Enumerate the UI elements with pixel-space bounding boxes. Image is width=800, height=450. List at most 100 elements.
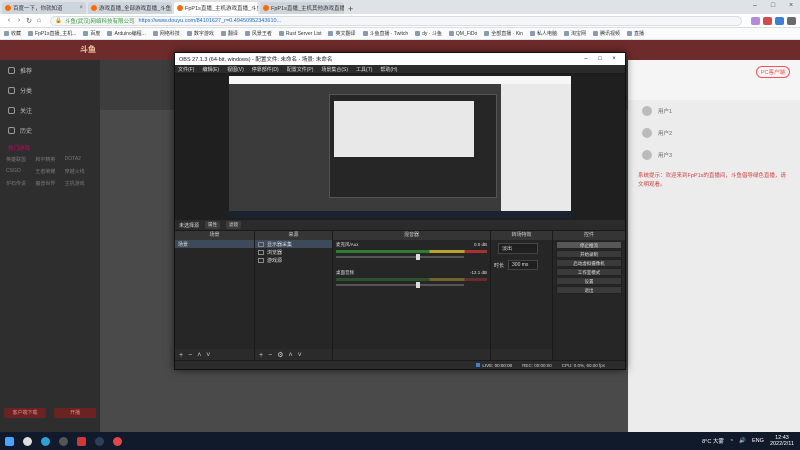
- category-link[interactable]: 英雄联盟: [6, 156, 35, 163]
- bookmark-item[interactable]: 淘宝网: [563, 30, 586, 37]
- sidebar-nav-item[interactable]: 历史: [0, 120, 100, 140]
- bookmark-item[interactable]: 数字游戏: [186, 30, 214, 37]
- steam-icon[interactable]: [90, 432, 108, 450]
- obs-menu-item[interactable]: 配置文件(P): [287, 66, 314, 73]
- category-link[interactable]: 穿越火线: [65, 168, 94, 175]
- clock[interactable]: 12:43 2022/2/11: [770, 435, 794, 447]
- menu-icon[interactable]: [787, 16, 796, 25]
- category-link[interactable]: 魔兽世界: [35, 180, 64, 187]
- filters-button[interactable]: 滤镜: [226, 221, 242, 229]
- category-link[interactable]: DOTA2: [65, 156, 94, 163]
- source-item[interactable]: 游戏源: [255, 256, 332, 264]
- forward-icon[interactable]: ›: [14, 17, 24, 24]
- language-indicator[interactable]: ENG: [752, 438, 764, 444]
- network-icon[interactable]: ◔: [730, 438, 733, 444]
- sidebar-nav-item[interactable]: 关注: [0, 100, 100, 120]
- obs-menu-item[interactable]: 帮助(H): [380, 66, 397, 73]
- maximize-icon[interactable]: □: [764, 0, 782, 12]
- move-up-icon[interactable]: ˄: [288, 352, 292, 359]
- bookmark-item[interactable]: 收藏: [4, 30, 21, 37]
- bookmark-item[interactable]: 英文翻译: [328, 30, 356, 37]
- close-icon[interactable]: ×: [607, 56, 621, 62]
- minimize-icon[interactable]: –: [579, 56, 593, 62]
- source-item[interactable]: 显示器采集: [255, 240, 332, 248]
- bookmark-item[interactable]: 全部直播 · Kin: [484, 30, 523, 37]
- bookmark-item[interactable]: 私人电脑: [529, 30, 557, 37]
- obs-menu-item[interactable]: 视图(V): [227, 66, 244, 73]
- client-download-button[interactable]: 客户端下载: [4, 408, 46, 418]
- source-item[interactable]: 浏览器: [255, 248, 332, 256]
- control-button[interactable]: 启动虚拟摄像机: [556, 259, 622, 267]
- rank-row[interactable]: 用户2: [628, 122, 800, 144]
- bookmark-item[interactable]: 腾讯视频: [592, 30, 620, 37]
- start-broadcast-button[interactable]: 开播: [54, 408, 96, 418]
- bookmark-item[interactable]: Arduino编程...: [107, 30, 146, 37]
- new-tab-icon[interactable]: +: [348, 4, 353, 14]
- transition-select[interactable]: 淡出: [498, 243, 538, 254]
- add-icon[interactable]: +: [179, 352, 183, 359]
- move-down-icon[interactable]: ˅: [206, 352, 210, 359]
- category-link[interactable]: 炉石传说: [6, 180, 35, 187]
- remove-icon[interactable]: −: [268, 352, 272, 359]
- control-button[interactable]: 开始录制: [556, 250, 622, 258]
- gear-icon[interactable]: ⚙: [277, 351, 283, 359]
- bookmark-item[interactable]: QM_FiDo: [448, 31, 477, 37]
- url-field[interactable]: 🔒 斗鱼(武汉)网络科技有限公司 https://www.douyu.com/8…: [50, 15, 742, 26]
- category-link[interactable]: 王者荣耀: [35, 168, 64, 175]
- control-button[interactable]: 设置: [556, 277, 622, 285]
- volume-icon[interactable]: 🔊: [739, 438, 746, 444]
- reload-icon[interactable]: ↻: [24, 17, 34, 25]
- rank-row[interactable]: 用户3: [628, 144, 800, 166]
- site-logo[interactable]: 斗鱼: [80, 44, 96, 55]
- sidebar-nav-item[interactable]: 推荐: [0, 60, 100, 80]
- extension-icon[interactable]: [763, 16, 772, 25]
- back-icon[interactable]: ‹: [4, 17, 14, 24]
- duration-field[interactable]: 300 ms: [508, 260, 539, 270]
- obs-menu-item[interactable]: 文件(F): [178, 66, 194, 73]
- bookmark-item[interactable]: 百度: [83, 30, 100, 37]
- bookmark-item[interactable]: 斗鱼直播 · Twitch: [362, 30, 408, 37]
- bookmark-item[interactable]: Rust Server List: [278, 31, 321, 37]
- category-link[interactable]: CSGO: [6, 168, 35, 175]
- extension-icon[interactable]: [775, 16, 784, 25]
- bookmark-item[interactable]: 网络科技: [152, 30, 180, 37]
- obs-menu-item[interactable]: 工具(T): [356, 66, 372, 73]
- extension-icon[interactable]: [751, 16, 760, 25]
- sidebar-nav-item[interactable]: 分类: [0, 80, 100, 100]
- category-link[interactable]: 和平精英: [35, 156, 64, 163]
- add-icon[interactable]: +: [259, 352, 263, 359]
- search-icon[interactable]: [18, 432, 36, 450]
- move-up-icon[interactable]: ˄: [197, 352, 201, 359]
- obs-menu-item[interactable]: 停靠部件(D): [252, 66, 279, 73]
- close-icon[interactable]: ×: [79, 5, 83, 11]
- browser-tab[interactable]: 游戏直播_全部游戏直播_斗鱼直播×: [88, 2, 172, 14]
- volume-slider[interactable]: [336, 282, 465, 288]
- category-link[interactable]: 主机游戏: [65, 180, 94, 187]
- volume-slider[interactable]: [336, 254, 465, 260]
- obs-menu-item[interactable]: 编辑(E): [202, 66, 219, 73]
- bookmark-item[interactable]: dy · 斗鱼: [415, 30, 442, 37]
- obs-icon[interactable]: [54, 432, 72, 450]
- minimize-icon[interactable]: –: [746, 0, 764, 12]
- browser-tab-active[interactable]: FpP1s直播_主机游戏直播_斗鱼×: [174, 2, 258, 14]
- control-button[interactable]: 停止推流: [556, 241, 622, 249]
- browser-tab[interactable]: FpP1s直播_主机其他游戏直播×: [260, 2, 344, 14]
- obs-menu-item[interactable]: 场景集合(S): [321, 66, 348, 73]
- remove-icon[interactable]: −: [188, 352, 192, 359]
- bookmark-item[interactable]: FpP1s直播_主机...: [28, 30, 76, 37]
- home-icon[interactable]: ⌂: [34, 17, 44, 24]
- control-button[interactable]: 退出: [556, 286, 622, 294]
- obs-preview[interactable]: [229, 76, 571, 218]
- scene-item[interactable]: 场景: [175, 240, 254, 248]
- pc-client-button[interactable]: PC客户端: [755, 66, 790, 78]
- bookmark-item[interactable]: 风景王者: [244, 30, 272, 37]
- control-button[interactable]: 工作室模式: [556, 268, 622, 276]
- windows-start-icon[interactable]: [0, 432, 18, 450]
- douyu-client-icon[interactable]: [108, 432, 126, 450]
- close-icon[interactable]: ×: [782, 0, 800, 12]
- bookmark-item[interactable]: 直播: [626, 30, 644, 37]
- weather-label[interactable]: 8°C 大雾: [702, 437, 724, 445]
- rank-row[interactable]: 用户1: [628, 100, 800, 122]
- edge-browser-icon[interactable]: [36, 432, 54, 450]
- bookmark-item[interactable]: 翻译: [220, 30, 238, 37]
